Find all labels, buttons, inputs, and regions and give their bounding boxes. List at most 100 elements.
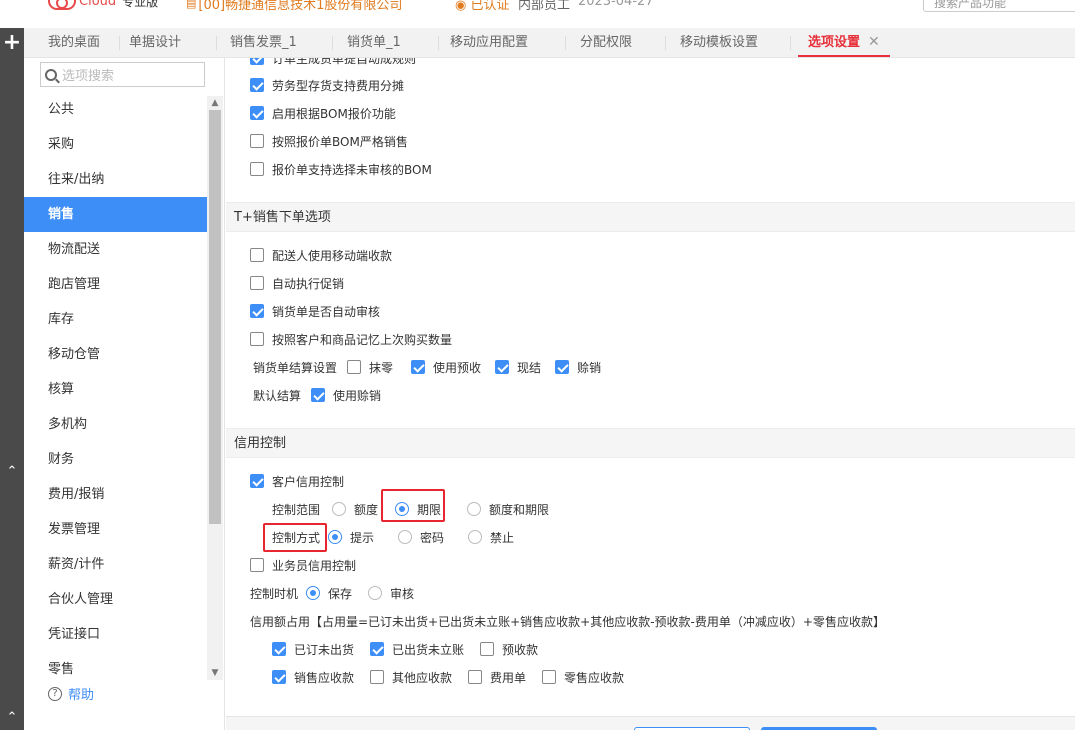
- checkbox[interactable]: [250, 78, 264, 92]
- option-salesman-credit[interactable]: 业务员信用控制: [250, 555, 356, 575]
- settle-label: 销货单结算设置: [253, 360, 338, 375]
- company-switcher[interactable]: ▤ [00]畅捷通信息技术1股份有限公司: [186, 0, 402, 13]
- option-service-cost-split[interactable]: 劳务型存货支持费用分摊: [250, 75, 404, 95]
- option-mobile-collection[interactable]: 配送人使用移动端收款: [250, 245, 392, 265]
- checkbox-other-receivable[interactable]: [370, 670, 385, 684]
- tab-sales-invoice[interactable]: 销售发票_1: [230, 28, 297, 57]
- default-settle-label: 默认结算: [253, 388, 302, 403]
- chevron-up-icon-bottom[interactable]: ⌃: [0, 710, 24, 725]
- radio-forbid[interactable]: [468, 530, 483, 544]
- chevron-up-icon[interactable]: ⌃: [0, 464, 24, 479]
- checkbox-use-credit[interactable]: [311, 388, 326, 402]
- login-date: 2023-04-27: [578, 0, 654, 9]
- company-name: [00]畅捷通信息技术1股份有限公司: [198, 0, 403, 13]
- option-label: 销售应收款: [294, 670, 355, 685]
- control-timing-label: 控制时机: [250, 586, 299, 601]
- category-mobile-warehouse[interactable]: 移动仓管: [24, 337, 207, 372]
- checkbox[interactable]: [250, 474, 264, 488]
- category-store-visit[interactable]: 跑店管理: [24, 267, 207, 302]
- add-icon[interactable]: +: [0, 28, 24, 58]
- tab-mobile-template[interactable]: 移动模板设置: [680, 28, 758, 57]
- option-unaudited-bom[interactable]: 报价单支持选择未审核的BOM: [250, 159, 432, 179]
- checkbox-expense-doc[interactable]: [468, 670, 483, 684]
- category-sales[interactable]: 销售: [24, 197, 207, 232]
- option-label: 其他应收款: [392, 670, 453, 685]
- checkbox-retail-receivable[interactable]: [542, 670, 557, 684]
- checkbox[interactable]: [250, 558, 264, 572]
- category-finance[interactable]: 财务: [24, 442, 207, 477]
- category-inventory[interactable]: 库存: [24, 302, 207, 337]
- category-accounting[interactable]: 核算: [24, 372, 207, 407]
- tab-permissions[interactable]: 分配权限: [580, 28, 632, 57]
- option-label: 报价单支持选择未审核的BOM: [272, 162, 432, 177]
- app-logo[interactable]: Cloud 专业版: [48, 0, 158, 12]
- top-header: Cloud 专业版 ▤ [00]畅捷通信息技术1股份有限公司 ◉ 已认证 内部员…: [0, 0, 1075, 28]
- option-auto-promotion[interactable]: 自动执行促销: [250, 273, 344, 293]
- option-label: 业务员信用控制: [272, 558, 357, 573]
- checkbox[interactable]: [250, 304, 264, 318]
- option-customer-credit[interactable]: 客户信用控制: [250, 471, 344, 491]
- option-label: 审核: [390, 586, 415, 601]
- option-label: 启用根据BOM报价功能: [272, 106, 396, 121]
- option-label: 已订未出货: [294, 642, 355, 657]
- building-icon: ▤: [186, 0, 197, 10]
- option-strict-bom-sale[interactable]: 按照报价单BOM严格销售: [250, 131, 408, 151]
- checkbox[interactable]: [250, 106, 264, 120]
- option-search-placeholder: 选项搜索: [62, 69, 115, 84]
- option-bom-quote[interactable]: 启用根据BOM报价功能: [250, 103, 396, 123]
- checkbox[interactable]: [250, 276, 264, 290]
- category-multi-org[interactable]: 多机构: [24, 407, 207, 442]
- radio-prompt[interactable]: [328, 530, 343, 544]
- global-search-input[interactable]: 搜索产品功能: [923, 0, 1075, 12]
- checkbox-credit[interactable]: [555, 360, 570, 374]
- radio-amount-and-period[interactable]: [467, 502, 482, 516]
- checkbox-round-off[interactable]: [347, 360, 362, 374]
- checkbox[interactable]: [250, 162, 264, 176]
- category-retail[interactable]: 零售: [24, 652, 207, 677]
- category-ar-cashier[interactable]: 往来/出纳: [24, 162, 207, 197]
- question-icon: ?: [48, 686, 62, 701]
- radio-audit[interactable]: [368, 586, 383, 600]
- category-expense[interactable]: 费用/报销: [24, 477, 207, 512]
- checkbox[interactable]: [250, 332, 264, 346]
- sidebar-scrollbar[interactable]: ▲ ▼: [207, 96, 223, 680]
- checkbox[interactable]: [250, 58, 264, 65]
- checkbox-prepayment[interactable]: [480, 642, 495, 656]
- checkbox[interactable]: [250, 134, 264, 148]
- tab-doc-design[interactable]: 单据设计: [129, 28, 181, 57]
- radio-password[interactable]: [398, 530, 413, 544]
- tab-sales-order[interactable]: 销货单_1: [347, 28, 401, 57]
- option-label: 保存: [328, 586, 353, 601]
- tab-my-desktop[interactable]: 我的桌面: [48, 28, 100, 57]
- checkbox-cash[interactable]: [495, 360, 510, 374]
- occupy-row-1: 已订未出货 已出货未立账 预收款: [272, 639, 538, 659]
- tab-option-settings[interactable]: 选项设置 ✕: [798, 28, 890, 57]
- option-partial-top[interactable]: 订单生成货单提自动成规则: [250, 58, 416, 68]
- category-public[interactable]: 公共: [24, 92, 207, 127]
- checkbox-use-prepay[interactable]: [411, 360, 426, 374]
- category-voucher[interactable]: 凭证接口: [24, 617, 207, 652]
- option-label: 额度: [354, 502, 379, 517]
- category-invoice[interactable]: 发票管理: [24, 512, 207, 547]
- checkbox[interactable]: [250, 248, 264, 262]
- radio-save[interactable]: [306, 586, 321, 600]
- tab-mobile-config[interactable]: 移动应用配置: [450, 28, 528, 57]
- checkbox-sales-receivable[interactable]: [272, 670, 286, 684]
- scrollbar-thumb[interactable]: [209, 110, 221, 524]
- option-remember-quantity[interactable]: 按照客户和商品记忆上次购买数量: [250, 329, 452, 349]
- checkbox-shipped-not-billed[interactable]: [370, 642, 385, 656]
- close-icon[interactable]: ✕: [868, 34, 880, 50]
- help-link[interactable]: ? 帮助: [48, 684, 94, 703]
- scroll-down-icon[interactable]: ▼: [207, 666, 223, 680]
- category-logistics[interactable]: 物流配送: [24, 232, 207, 267]
- category-partner[interactable]: 合伙人管理: [24, 582, 207, 617]
- option-search-input[interactable]: 选项搜索: [40, 62, 205, 87]
- app-window: Cloud 专业版 ▤ [00]畅捷通信息技术1股份有限公司 ◉ 已认证 内部员…: [0, 0, 1075, 730]
- category-purchase[interactable]: 采购: [24, 127, 207, 162]
- checkbox-ordered-not-shipped[interactable]: [272, 642, 286, 656]
- option-auto-audit[interactable]: 销货单是否自动审核: [250, 301, 380, 321]
- category-payroll[interactable]: 薪资/计件: [24, 547, 207, 582]
- search-icon: [45, 68, 57, 81]
- scroll-up-icon[interactable]: ▲: [207, 96, 223, 110]
- radio-amount[interactable]: [332, 502, 347, 516]
